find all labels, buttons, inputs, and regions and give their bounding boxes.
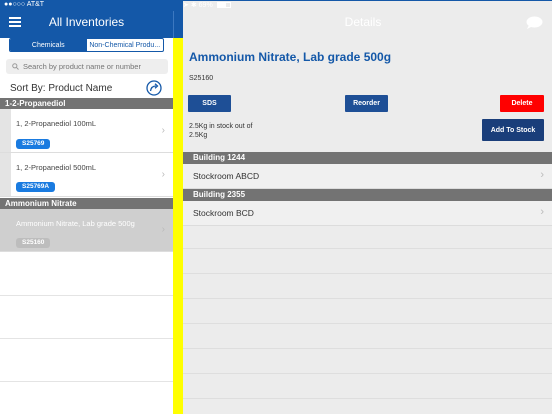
share-icon[interactable] — [146, 80, 162, 96]
tab-non-chemical[interactable]: Non-Chemical Produ... — [87, 39, 164, 51]
location-icon: ➤ — [183, 2, 189, 9]
item-code-badge: S25769 — [16, 139, 51, 149]
stock-status: 2.5Kg in stock out of 2.5Kg — [189, 123, 253, 139]
search-bar[interactable] — [6, 59, 168, 74]
row-separator — [183, 398, 552, 399]
sort-label[interactable]: Sort By: Product Name — [10, 83, 112, 94]
chevron-right-icon: › — [540, 206, 544, 218]
product-code: S25160 — [189, 75, 214, 82]
row-separator — [183, 348, 552, 349]
search-icon — [12, 63, 19, 70]
building-header: Building 1244 — [183, 152, 552, 164]
item-code-badge: S25769A — [16, 182, 56, 192]
item-name: 1, 2-Propanediol 500mL — [16, 163, 97, 172]
row-separator — [183, 323, 552, 324]
product-title: Ammonium Nitrate, Lab grade 500g — [189, 50, 392, 64]
row-separator — [183, 273, 552, 274]
top-bar: ●●○○○ AT&T 3:43 PM ➤ ✱ 69% All Inventori… — [0, 0, 552, 377]
list-separator — [0, 295, 173, 296]
list-item[interactable]: 1, 2-Propanediol 100mL S25769 › — [0, 109, 173, 153]
reorder-button[interactable]: Reorder — [345, 95, 388, 112]
list-separator — [0, 381, 173, 382]
item-name: Ammonium Nitrate, Lab grade 500g — [16, 219, 135, 228]
add-to-stock-button[interactable]: Add To Stock — [482, 119, 544, 141]
panel-separator-stripe — [173, 38, 183, 414]
stockroom-row[interactable]: Stockroom ABCD › — [183, 164, 552, 189]
list-separator — [0, 338, 173, 339]
delete-button[interactable]: Delete — [500, 95, 544, 112]
building-header: Building 2355 — [183, 189, 552, 201]
tab-chemicals[interactable]: Chemicals — [10, 39, 87, 51]
details-panel: Ammonium Nitrate, Lab grade 500g S25160 … — [183, 38, 552, 414]
chevron-right-icon: › — [161, 224, 165, 235]
stockroom-row[interactable]: Stockroom BCD › — [183, 201, 552, 226]
search-input[interactable] — [23, 62, 163, 71]
group-header: 1-2-Propanediol — [0, 98, 173, 109]
status-bar: ●●○○○ AT&T 3:43 PM ➤ ✱ 69% — [0, 0, 552, 377]
stockroom-name: Stockroom ABCD — [193, 171, 260, 181]
group-header: Ammonium Nitrate — [0, 198, 173, 209]
category-segmented-control: Chemicals Non-Chemical Produ... — [9, 38, 164, 52]
chevron-right-icon: › — [161, 169, 165, 180]
bluetooth-icon: ✱ — [190, 2, 197, 9]
sds-button[interactable]: SDS — [188, 95, 231, 112]
list-item[interactable]: 1, 2-Propanediol 500mL S25769A › — [0, 153, 173, 197]
item-code-badge: S25160 — [16, 238, 51, 248]
row-separator — [183, 298, 552, 299]
list-item-selected[interactable]: Ammonium Nitrate, Lab grade 500g S25160 … — [0, 209, 173, 252]
inventories-title: All Inventories — [48, 15, 125, 29]
battery-percent: 69% — [198, 2, 213, 9]
chat-icon[interactable] — [526, 16, 543, 29]
chevron-right-icon: › — [161, 125, 165, 136]
details-title: Details — [344, 15, 382, 29]
stockroom-name: Stockroom BCD — [193, 208, 254, 218]
row-separator — [183, 373, 552, 374]
item-name: 1, 2-Propanediol 100mL — [16, 119, 97, 128]
row-separator — [183, 248, 552, 249]
battery-icon — [216, 2, 231, 9]
chevron-right-icon: › — [540, 169, 544, 181]
